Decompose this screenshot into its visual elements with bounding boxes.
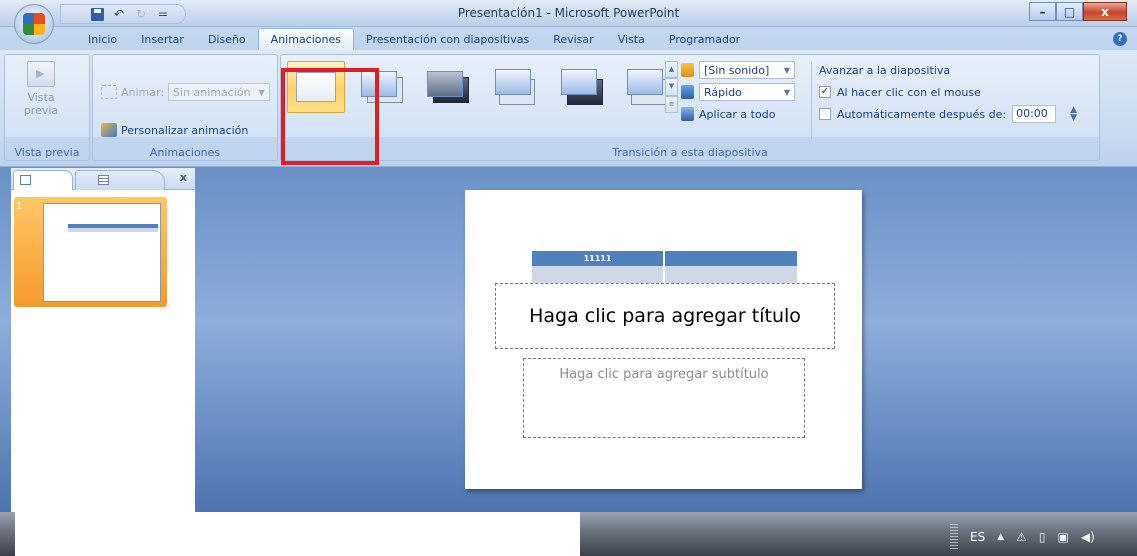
- preview-button-line1: Vista: [27, 91, 55, 104]
- title-placeholder[interactable]: Haga clic para agregar título: [495, 283, 835, 349]
- ribbon: Vista previa Vista previa Animar: Sin an…: [0, 50, 1137, 167]
- custom-animation-label: Personalizar animación: [121, 123, 249, 137]
- group-label-vista-previa: Vista previa: [14, 146, 80, 159]
- transition-cut-black[interactable]: [551, 61, 609, 113]
- advance-title: Avanzar a la diapositiva: [819, 63, 951, 77]
- sound-icon: [681, 63, 694, 77]
- slide-table[interactable]: 11111: [532, 251, 797, 283]
- table-body-cell[interactable]: [665, 266, 797, 283]
- tray-grip: [950, 524, 958, 550]
- battery-icon[interactable]: ▯: [1039, 530, 1046, 544]
- on-click-label: Al hacer clic con el mouse: [837, 85, 981, 99]
- slide-number: 1: [16, 201, 23, 212]
- window-controls: – □ x: [1029, 2, 1127, 21]
- help-icon[interactable]: ?: [1113, 32, 1127, 46]
- volume-icon[interactable]: ◀): [1081, 530, 1095, 544]
- dropdown-arrow-icon: ▼: [258, 87, 265, 97]
- subtitle-placeholder[interactable]: Haga clic para agregar subtítulo: [523, 358, 805, 438]
- transition-fade-black[interactable]: [419, 61, 477, 113]
- tab-inicio[interactable]: Inicio: [76, 29, 129, 50]
- speed-icon: [681, 85, 694, 99]
- network-icon[interactable]: ▣: [1058, 530, 1069, 544]
- highlight-annotation: [281, 68, 379, 165]
- preview-button-line2: previa: [23, 104, 59, 117]
- tab-revisar[interactable]: Revisar: [541, 29, 605, 50]
- speed-value: Rápido: [704, 85, 742, 99]
- ribbon-tabs: Inicio Insertar Diseño Animaciones Prese…: [76, 27, 752, 50]
- office-button[interactable]: [14, 4, 54, 44]
- slides-pane-tabs: x: [11, 168, 195, 190]
- group-animaciones: Animar: Sin animación ▼ Personalizar anim…: [92, 54, 278, 161]
- slide-canvas[interactable]: 11111 Haga clic para agregar título Haga…: [465, 190, 862, 489]
- preview-button[interactable]: Vista previa: [11, 61, 71, 117]
- tab-programador[interactable]: Programador: [657, 29, 752, 50]
- blank-overlay: [15, 512, 580, 556]
- animate-label: Animar:: [121, 85, 165, 99]
- title-bar: ↶ ↻ = Presentación1 - Microsoft PowerPoi…: [0, 0, 1137, 27]
- slides-tab-icon: [20, 175, 31, 185]
- preview-icon: [27, 61, 55, 87]
- tab-outline[interactable]: [75, 170, 165, 190]
- sound-dropdown[interactable]: [Sin sonido] ▼: [699, 61, 795, 79]
- dropdown-arrow-icon: ▼: [783, 87, 790, 97]
- auto-after-label: Automáticamente después de:: [837, 107, 1007, 121]
- gallery-down-icon[interactable]: ▼: [665, 78, 678, 96]
- advance-options: Avanzar a la diapositiva ✓ Al hacer clic…: [819, 59, 1077, 125]
- tab-insertar[interactable]: Insertar: [129, 29, 196, 50]
- minimize-button[interactable]: –: [1029, 2, 1056, 21]
- tab-vista[interactable]: Vista: [606, 29, 657, 50]
- separator: [811, 61, 812, 139]
- show-hidden-icons-icon[interactable]: ▲: [997, 532, 1004, 542]
- apply-all-button[interactable]: Aplicar a todo: [681, 103, 795, 125]
- slides-pane: x 1: [11, 168, 195, 512]
- custom-animation-icon: [101, 123, 117, 137]
- group-label-transicion: Transición a esta diapositiva: [612, 146, 768, 159]
- table-header-cell-empty[interactable]: [665, 251, 797, 266]
- apply-all-icon: [681, 107, 694, 121]
- animate-icon: [101, 85, 117, 99]
- pane-close-icon[interactable]: x: [180, 171, 187, 184]
- sound-value: [Sin sonido]: [704, 63, 770, 77]
- action-center-icon[interactable]: ⚠: [1016, 530, 1027, 544]
- gallery-up-icon[interactable]: ▲: [665, 61, 678, 79]
- group-vista-previa: Vista previa Vista previa: [4, 54, 90, 161]
- slide-thumbnail[interactable]: [43, 203, 161, 302]
- tab-diseno[interactable]: Diseño: [196, 29, 258, 50]
- table-header-cell[interactable]: 11111: [532, 251, 663, 266]
- apply-all-label: Aplicar a todo: [699, 107, 776, 121]
- group-label-animaciones: Animaciones: [149, 146, 221, 159]
- transition-options: [Sin sonido] ▼ Rápido ▼ Aplicar a todo: [681, 59, 795, 125]
- system-tray: ES ▲ ⚠ ▯ ▣ ◀): [950, 524, 1095, 550]
- ribbon-tabs-row: Inicio Insertar Diseño Animaciones Prese…: [0, 27, 1137, 50]
- on-click-checkbox[interactable]: ✓: [819, 86, 831, 98]
- time-spinner-icon[interactable]: ▲ ▼: [1070, 106, 1077, 123]
- animate-row: Animar: Sin animación ▼: [101, 83, 270, 101]
- table-body-cell[interactable]: [532, 266, 663, 283]
- language-indicator[interactable]: ES: [970, 530, 985, 544]
- auto-after-checkbox[interactable]: [819, 108, 831, 120]
- group-transicion: ▲ ▼ ≡ [Sin sonido] ▼ Rápido ▼ Aplicar a to…: [280, 54, 1100, 161]
- animate-dropdown[interactable]: Sin animación ▼: [168, 83, 270, 101]
- outline-tab-icon: [98, 175, 109, 185]
- speed-dropdown[interactable]: Rápido ▼: [699, 83, 795, 101]
- maximize-button[interactable]: □: [1056, 2, 1083, 21]
- thumbnail-table: [68, 224, 158, 232]
- transition-cut[interactable]: [485, 61, 543, 113]
- close-button[interactable]: x: [1083, 2, 1127, 21]
- custom-animation-button[interactable]: Personalizar animación: [101, 123, 248, 137]
- tab-animaciones[interactable]: Animaciones: [257, 28, 354, 50]
- dropdown-arrow-icon: ▼: [783, 65, 790, 75]
- gallery-more-icon[interactable]: ≡: [665, 95, 678, 113]
- gallery-scroll: ▲ ▼ ≡: [665, 61, 678, 113]
- tab-slides[interactable]: [13, 170, 73, 190]
- auto-after-time-input[interactable]: 00:00: [1012, 105, 1057, 123]
- animate-value: Sin animación: [173, 85, 251, 99]
- window-title: Presentación1 - Microsoft PowerPoint: [457, 6, 680, 20]
- tab-presentacion[interactable]: Presentación con diapositivas: [354, 29, 541, 50]
- office-logo-icon: [23, 13, 45, 35]
